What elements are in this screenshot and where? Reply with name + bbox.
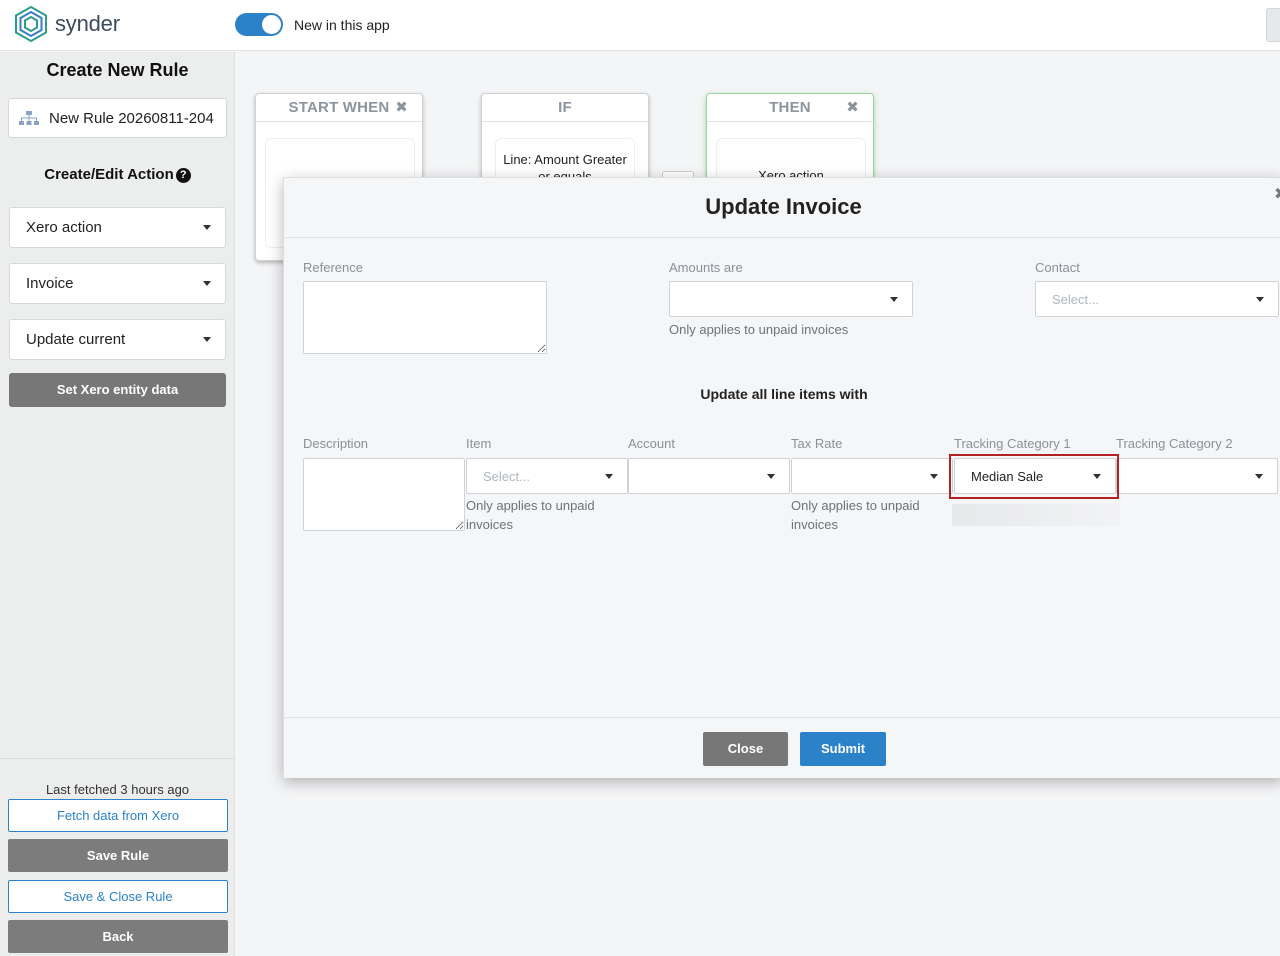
entity-type-value: Invoice xyxy=(26,275,74,292)
item-label: Item xyxy=(466,436,492,451)
new-app-toggle[interactable] xyxy=(235,13,283,36)
modal-title: Update Invoice xyxy=(705,194,862,219)
action-type-select[interactable]: Xero action xyxy=(9,207,226,248)
chevron-down-icon xyxy=(890,296,898,302)
back-button[interactable]: Back xyxy=(8,920,228,953)
chevron-down-icon xyxy=(1255,473,1263,479)
set-entity-data-button[interactable]: Set Xero entity data xyxy=(9,373,226,407)
item-placeholder: Select... xyxy=(483,468,530,484)
description-label: Description xyxy=(303,436,369,451)
modal-footer: Close Submit xyxy=(284,717,1280,779)
contact-placeholder: Select... xyxy=(1052,291,1099,307)
card-title: THEN xyxy=(769,99,811,116)
toggle-label: New in this app xyxy=(294,17,390,33)
save-rule-button[interactable]: Save Rule xyxy=(8,839,228,872)
update-invoice-modal: Update Invoice ✖ Reference Amounts are O… xyxy=(283,177,1280,778)
logo-text: synder xyxy=(55,11,120,36)
amounts-note: Only applies to unpaid invoices xyxy=(669,322,849,337)
chevron-down-icon xyxy=(605,473,613,479)
item-note: Only applies to unpaid invoices xyxy=(466,498,595,532)
modal-header: Update Invoice xyxy=(284,178,1280,238)
entity-type-select[interactable]: Invoice xyxy=(9,263,226,304)
last-fetched-text: Last fetched 3 hours ago xyxy=(45,782,190,797)
tracking2-select[interactable] xyxy=(1116,458,1278,494)
action-section-label: Create/Edit Action xyxy=(44,166,174,183)
sitemap-icon xyxy=(19,111,39,125)
close-icon[interactable]: ✖ xyxy=(846,94,859,122)
chevron-down-icon xyxy=(203,225,211,230)
line-items-title: Update all line items with xyxy=(700,386,868,402)
close-icon[interactable]: ✖ xyxy=(395,94,408,122)
account-label: Account xyxy=(628,436,675,451)
fetch-data-button[interactable]: Fetch data from Xero xyxy=(8,799,228,832)
tax-note: Only applies to unpaid invoices xyxy=(791,498,920,532)
item-select[interactable]: Select... xyxy=(466,458,628,494)
toggle-knob xyxy=(262,15,281,34)
description-textarea[interactable] xyxy=(303,458,465,531)
sidebar-footer: Last fetched 3 hours ago Fetch data from… xyxy=(0,758,235,956)
tax-rate-select[interactable] xyxy=(791,458,953,494)
reference-input[interactable] xyxy=(304,282,546,353)
amounts-select[interactable] xyxy=(669,281,913,317)
rule-name-field[interactable] xyxy=(8,98,227,138)
account-select[interactable] xyxy=(628,458,790,494)
chevron-down-icon xyxy=(930,473,938,479)
top-right-button[interactable] xyxy=(1266,8,1280,42)
operation-value: Update current xyxy=(26,331,126,348)
tax-rate-label: Tax Rate xyxy=(791,436,843,451)
help-icon[interactable]: ? xyxy=(175,168,191,183)
card-title: IF xyxy=(558,99,572,116)
save-close-rule-button[interactable]: Save & Close Rule xyxy=(8,880,228,913)
loading-placeholder xyxy=(952,504,1120,526)
close-button[interactable]: Close xyxy=(703,732,788,766)
action-type-value: Xero action xyxy=(26,219,102,236)
tracking1-label: Tracking Category 1 xyxy=(954,436,1071,451)
rule-name-input[interactable] xyxy=(49,109,219,127)
card-header: THEN ✖ xyxy=(707,94,873,122)
operation-select[interactable]: Update current xyxy=(9,319,226,360)
top-bar: synder New in this app xyxy=(0,0,1280,51)
sidebar: Create New Rule Create/Edit Action? Xero… xyxy=(0,52,235,956)
card-header: IF xyxy=(482,94,648,122)
submit-button[interactable]: Submit xyxy=(800,732,886,766)
description-input[interactable] xyxy=(304,459,464,530)
action-section-title: Create/Edit Action? xyxy=(0,166,235,183)
tracking1-select[interactable]: Median Sale xyxy=(954,458,1116,494)
card-header: START WHEN ✖ xyxy=(256,94,422,122)
chevron-down-icon xyxy=(767,473,775,479)
amounts-label: Amounts are xyxy=(669,260,743,275)
logo: synder xyxy=(13,6,120,42)
reference-textarea[interactable] xyxy=(303,281,547,354)
close-icon[interactable]: ✖ xyxy=(1274,184,1280,204)
sidebar-title: Create New Rule xyxy=(46,60,189,80)
chevron-down-icon xyxy=(1256,296,1264,302)
contact-label: Contact xyxy=(1035,260,1080,275)
contact-select[interactable]: Select... xyxy=(1035,281,1279,317)
chevron-down-icon xyxy=(203,337,211,342)
chevron-down-icon xyxy=(1093,473,1101,479)
reference-label: Reference xyxy=(303,260,363,275)
tracking2-label: Tracking Category 2 xyxy=(1116,436,1233,451)
card-title: START WHEN xyxy=(288,99,390,116)
synder-logo-icon xyxy=(15,6,47,42)
chevron-down-icon xyxy=(203,281,211,286)
tracking1-value: Median Sale xyxy=(971,468,1044,484)
